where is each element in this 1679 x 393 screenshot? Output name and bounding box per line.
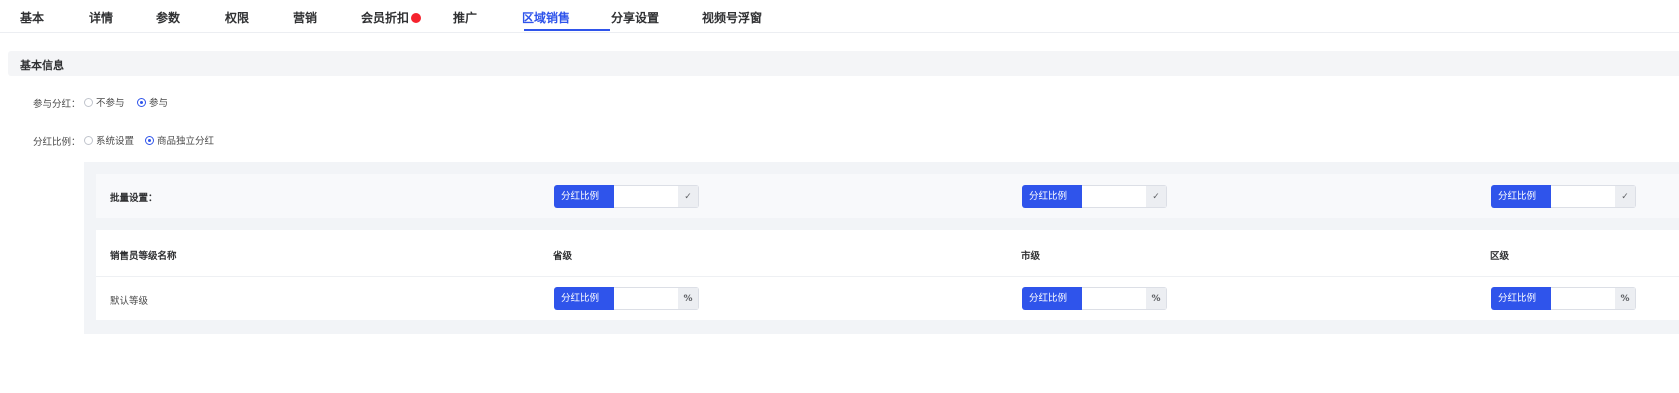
- check-icon[interactable]: ✓: [1615, 185, 1636, 208]
- tab-member-discount[interactable]: 会员折扣: [361, 9, 422, 26]
- input-prepend-label: 分红比例: [1022, 185, 1082, 208]
- city-ratio-input-group: 分红比例 %: [1022, 287, 1167, 310]
- check-icon[interactable]: ✓: [678, 185, 699, 208]
- district-ratio-input[interactable]: [1551, 287, 1615, 310]
- radio-system-setting[interactable]: 系统设置: [84, 133, 134, 147]
- dividend-label: 参与分红：: [33, 99, 81, 110]
- check-icon[interactable]: ✓: [1146, 185, 1167, 208]
- radio-label: 不参与: [96, 98, 125, 109]
- batch-province-input[interactable]: [614, 185, 678, 208]
- row-divider: [96, 276, 1679, 277]
- section-title: 基本信息: [20, 59, 64, 72]
- dividend-row: 参与分红： 不参与 参与: [0, 94, 400, 110]
- tab-bar: 基本 详情 参数 权限 营销 会员折扣 推广 区域销售 分享设置 视频号浮窗: [0, 0, 1679, 33]
- input-prepend-label: 分红比例: [554, 185, 614, 208]
- section-header: 基本信息: [8, 51, 1679, 76]
- batch-city-input-group: 分红比例 ✓: [1022, 185, 1167, 208]
- radio-label: 商品独立分红: [157, 136, 215, 147]
- tab-params[interactable]: 参数: [156, 9, 180, 26]
- input-prepend-label: 分红比例: [1491, 287, 1551, 310]
- level-name-cell: 默认等级: [110, 296, 149, 307]
- radio-not-participate[interactable]: 不参与: [84, 95, 125, 109]
- radio-circle: [84, 97, 93, 107]
- input-prepend-label: 分红比例: [1491, 185, 1551, 208]
- tab-marketing[interactable]: 营销: [293, 9, 317, 26]
- tab-basic[interactable]: 基本: [20, 9, 44, 26]
- radio-label: 参与: [149, 98, 169, 109]
- radio-label: 系统设置: [96, 136, 135, 147]
- radio-circle: [84, 135, 93, 145]
- batch-city-input[interactable]: [1082, 185, 1146, 208]
- header-district: 区级: [1490, 251, 1510, 262]
- tab-share-settings[interactable]: 分享设置: [611, 9, 659, 26]
- active-tab-indicator: [524, 29, 610, 31]
- tab-video-float[interactable]: 视频号浮窗: [702, 9, 762, 26]
- province-ratio-input-group: 分红比例 %: [554, 287, 699, 310]
- tab-promotion[interactable]: 推广: [453, 9, 477, 26]
- tab-member-discount-label: 会员折扣: [361, 11, 410, 25]
- ratio-label: 分红比例：: [33, 137, 81, 148]
- header-level-name: 销售员等级名称: [110, 251, 177, 262]
- tab-details[interactable]: 详情: [89, 9, 113, 26]
- batch-label: 批量设置：: [110, 193, 158, 204]
- radio-circle-checked: [137, 97, 146, 107]
- province-ratio-input[interactable]: [614, 287, 678, 310]
- batch-settings-row: 批量设置： 分红比例 ✓ 分红比例 ✓ 分红比例 ✓: [96, 174, 1679, 218]
- radio-circle-checked: [145, 135, 154, 145]
- radio-product-independent[interactable]: 商品独立分红: [145, 133, 214, 147]
- header-city: 市级: [1021, 251, 1041, 262]
- batch-district-input-group: 分红比例 ✓: [1491, 185, 1636, 208]
- header-province: 省级: [553, 251, 573, 262]
- tab-permissions[interactable]: 权限: [225, 9, 249, 26]
- percent-suffix: %: [678, 287, 699, 310]
- radio-participate[interactable]: 参与: [137, 95, 168, 109]
- percent-suffix: %: [1615, 287, 1636, 310]
- ratio-row: 分红比例： 系统设置 商品独立分红: [0, 132, 400, 148]
- level-table: 销售员等级名称 省级 市级 区级 默认等级 分红比例 % 分红比例 % 分红比例…: [96, 230, 1679, 320]
- percent-suffix: %: [1146, 287, 1167, 310]
- input-prepend-label: 分红比例: [554, 287, 614, 310]
- tab-regional-sales[interactable]: 区域销售: [522, 9, 570, 26]
- input-prepend-label: 分红比例: [1022, 287, 1082, 310]
- batch-province-input-group: 分红比例 ✓: [554, 185, 699, 208]
- batch-district-input[interactable]: [1551, 185, 1615, 208]
- district-ratio-input-group: 分红比例 %: [1491, 287, 1636, 310]
- notification-dot: [411, 13, 422, 23]
- city-ratio-input[interactable]: [1082, 287, 1146, 310]
